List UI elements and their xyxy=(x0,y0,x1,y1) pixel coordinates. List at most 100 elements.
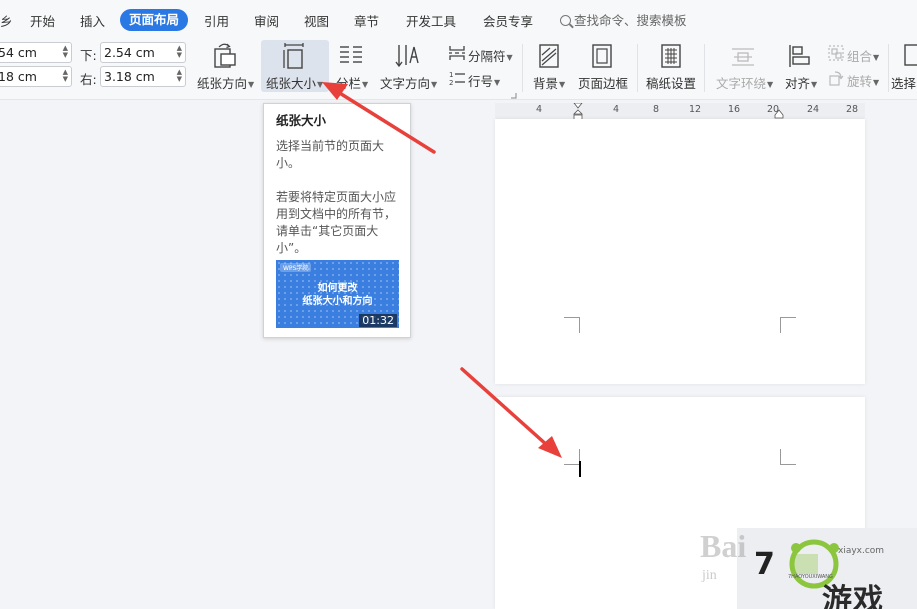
line-numbers-icon[interactable]: 1 2 xyxy=(448,69,466,87)
paper-orientation-button[interactable]: 纸张方向▼ xyxy=(197,73,254,92)
video-title-line1: 如何更改 xyxy=(317,283,358,294)
margin-right-value: 3.18 cm xyxy=(104,69,155,84)
rotate-icon[interactable] xyxy=(828,70,844,86)
svg-text:1: 1 xyxy=(449,71,453,79)
ribbon-divider xyxy=(637,44,638,92)
paper-orientation-label: 纸张方向 xyxy=(197,76,248,91)
margin-top-value: 54 cm xyxy=(0,45,37,60)
spinner-arrows-icon[interactable]: ▲ ▼ xyxy=(63,45,68,59)
text-wrap-label: 文字环绕 xyxy=(716,76,767,91)
margin-bottom-field[interactable]: 2.54 cm ▲ ▼ xyxy=(100,42,186,63)
menu-item-home[interactable]: 开始 xyxy=(30,11,55,30)
align-button[interactable]: 对齐▼ xyxy=(785,73,817,92)
search-icon xyxy=(560,15,571,26)
watermark-site: xiayx.com xyxy=(838,546,885,556)
text-direction-icon[interactable] xyxy=(394,43,422,69)
baidu-watermark: Bai xyxy=(700,528,747,564)
paper-size-label: 纸张大小 xyxy=(266,76,317,91)
ruler-tick: 16 xyxy=(727,104,741,115)
text-cursor xyxy=(579,461,581,477)
rotate-label: 旋转 xyxy=(847,74,873,89)
ruler-tick: 4 xyxy=(535,104,543,115)
menu-item-insert[interactable]: 插入 xyxy=(80,11,105,30)
menu-item-chapter[interactable]: 章节 xyxy=(354,11,379,30)
columns-label: 分栏 xyxy=(336,76,362,91)
page-margin-corner-mark xyxy=(780,449,796,465)
ribbon-divider xyxy=(888,44,889,92)
page-background-icon[interactable] xyxy=(537,43,561,69)
menu-item-review[interactable]: 审阅 xyxy=(254,11,279,30)
ruler-tick: 4 xyxy=(612,104,620,115)
ruler-tick: 8 xyxy=(652,104,660,115)
chevron-down-icon: ▼ xyxy=(494,78,501,87)
text-wrap-icon[interactable] xyxy=(730,46,756,68)
video-duration: 01:32 xyxy=(359,314,397,327)
page-background-label: 背景 xyxy=(533,76,559,91)
page-margin-corner-mark xyxy=(564,317,580,333)
paper-orientation-icon[interactable] xyxy=(210,42,240,70)
page-margin-corner-mark xyxy=(564,449,580,465)
menu-item-page-layout[interactable]: 页面布局 xyxy=(120,9,189,31)
ribbon-divider xyxy=(704,44,705,92)
paper-size-button[interactable]: 纸张大小▼ xyxy=(266,73,323,92)
page-border-icon[interactable] xyxy=(590,43,614,69)
margin-bottom-label: 下: xyxy=(80,48,97,63)
chevron-down-icon: ▼ xyxy=(873,53,880,62)
text-direction-label: 文字方向 xyxy=(380,76,431,91)
rotate-button[interactable]: 旋转▼ xyxy=(847,71,879,90)
menu-item-view[interactable]: 视图 xyxy=(304,11,329,30)
line-numbers-label: 行号 xyxy=(468,74,494,89)
document-page-1[interactable] xyxy=(495,119,865,384)
horizontal-ruler[interactable]: 4 4 8 12 16 20 24 28 xyxy=(495,103,865,121)
spinner-arrows-icon[interactable]: ▲ ▼ xyxy=(177,45,182,59)
group-icon[interactable] xyxy=(828,45,844,61)
ruler-tick: 28 xyxy=(845,104,859,115)
menu-item-partial[interactable]: 乡 xyxy=(0,11,13,30)
dialog-launcher-icon[interactable] xyxy=(510,92,517,99)
text-direction-button[interactable]: 文字方向▼ xyxy=(380,73,437,92)
command-search[interactable]: 查找命令、搜索模板 xyxy=(560,10,687,29)
tooltip-body: 选择当前节的页面大小。 若要将特定页面大小应用到文档中的所有节，请单击“其它页面… xyxy=(276,138,398,257)
group-button[interactable]: 组合▼ xyxy=(847,46,879,65)
columns-icon[interactable] xyxy=(338,44,364,68)
margin-left-value: 18 cm xyxy=(0,69,37,84)
margin-right-field[interactable]: 3.18 cm ▲ ▼ xyxy=(100,66,186,87)
chevron-down-icon: ▼ xyxy=(248,80,255,89)
tooltip-title: 纸张大小 xyxy=(276,113,327,128)
tutorial-video-thumbnail[interactable]: WPS学院 如何更改 纸张大小和方向 01:32 xyxy=(276,260,399,328)
columns-button[interactable]: 分栏▼ xyxy=(336,73,368,92)
chevron-down-icon: ▼ xyxy=(506,53,513,62)
manuscript-grid-icon[interactable] xyxy=(659,43,683,69)
ribbon-divider xyxy=(522,44,523,92)
chevron-down-icon: ▼ xyxy=(559,80,566,89)
page-break-icon[interactable] xyxy=(448,45,466,61)
manuscript-settings-button[interactable]: 稿纸设置 xyxy=(646,73,696,92)
tooltip-description-more: 若要将特定页面大小应用到文档中的所有节，请单击“其它页面大小”。 xyxy=(276,190,397,255)
page-background-button[interactable]: 背景▼ xyxy=(533,73,565,92)
spinner-arrows-icon[interactable]: ▲ ▼ xyxy=(177,69,182,83)
paper-size-tooltip: 纸张大小 选择当前节的页面大小。 若要将特定页面大小应用到文档中的所有节，请单击… xyxy=(263,103,411,338)
svg-text:7: 7 xyxy=(754,547,775,582)
group-label: 组合 xyxy=(847,49,873,64)
menu-bar: 乡 开始 插入 页面布局 引用 审阅 视图 章节 开发工具 会员专享 查找命令、… xyxy=(0,0,917,38)
chevron-down-icon: ▼ xyxy=(362,80,369,89)
align-icon[interactable] xyxy=(787,43,813,69)
menu-item-developer[interactable]: 开发工具 xyxy=(406,11,456,30)
paper-size-icon[interactable] xyxy=(281,42,307,70)
margin-left-field[interactable]: 18 cm ▲ ▼ xyxy=(0,66,72,87)
breaks-button[interactable]: 分隔符▼ xyxy=(468,46,513,65)
video-title-line2: 纸张大小和方向 xyxy=(302,296,373,307)
page-border-button[interactable]: 页面边框 xyxy=(578,73,628,92)
menu-item-member[interactable]: 会员专享 xyxy=(483,11,533,30)
spinner-arrows-icon[interactable]: ▲ ▼ xyxy=(63,69,68,83)
tooltip-description: 选择当前节的页面大小。 xyxy=(276,139,385,170)
ruler-tick: 24 xyxy=(806,104,820,115)
select-icon[interactable] xyxy=(902,43,917,69)
video-title: 如何更改 纸张大小和方向 xyxy=(276,282,399,308)
margin-top-field[interactable]: 54 cm ▲ ▼ xyxy=(0,42,72,63)
menu-item-references[interactable]: 引用 xyxy=(204,11,229,30)
select-button[interactable]: 选择 xyxy=(891,73,916,92)
line-numbers-button[interactable]: 行号▼ xyxy=(468,71,500,90)
right-indent-marker-icon[interactable] xyxy=(774,109,784,119)
text-wrap-button[interactable]: 文字环绕▼ xyxy=(716,73,773,92)
